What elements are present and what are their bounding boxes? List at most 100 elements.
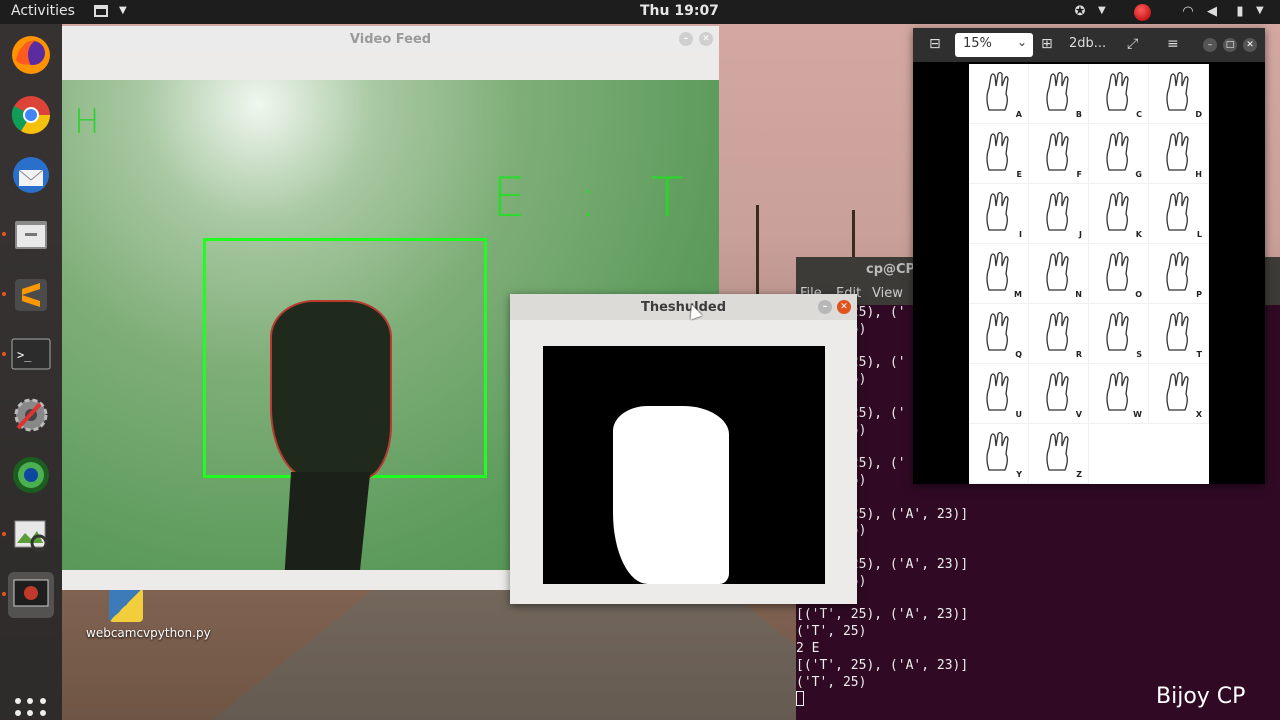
zoom-value: 15% <box>963 36 992 51</box>
image-viewer-icon <box>14 520 48 552</box>
image-viewer-launcher[interactable] <box>2 512 54 558</box>
watermark: Bijoy CP <box>1156 684 1246 709</box>
video-feed-titlebar[interactable]: Video Feed – ✕ <box>62 26 719 52</box>
asl-letter-label: N <box>1075 290 1082 299</box>
terminal-launcher[interactable]: >_ <box>2 332 54 378</box>
arm-silhouette <box>284 472 371 570</box>
running-indicator <box>2 532 6 536</box>
asl-sign-cell: Q <box>969 304 1029 364</box>
app-menu-icon[interactable] <box>94 5 108 17</box>
volume-icon[interactable]: ◀ <box>1204 4 1220 20</box>
chevron-down-icon[interactable]: ▼ <box>1098 5 1106 16</box>
zoom-out-icon[interactable]: ⊟ <box>929 36 941 52</box>
hamburger-menu-icon[interactable]: ≡ <box>1167 36 1179 52</box>
close-icon[interactable]: ✕ <box>699 32 713 46</box>
close-icon[interactable]: ✕ <box>1243 38 1257 52</box>
hand-sign-icon <box>1046 191 1069 231</box>
hand-mask <box>613 406 729 584</box>
hand-sign-icon <box>1166 371 1189 411</box>
show-applications-icon[interactable] <box>15 698 47 720</box>
image-filename: 2db... <box>1069 36 1107 51</box>
top-bar: Activities ▼ Thu 19:07 ✪ ▼ ◠ ◀ ▮ ▼ <box>0 0 1280 24</box>
sublime-launcher[interactable] <box>2 272 54 318</box>
hand-sign-icon <box>1106 371 1129 411</box>
asl-sign-cell: E <box>969 124 1029 184</box>
zoom-select[interactable]: 15% ⌄ <box>955 33 1033 57</box>
desktop-file[interactable]: webcamcvpython.py <box>86 588 211 640</box>
asl-sign-cell: T <box>1149 304 1209 364</box>
asl-letter-label: H <box>1195 170 1202 179</box>
minimize-icon[interactable]: – <box>679 32 693 46</box>
asl-sign-cell: D <box>1149 64 1209 124</box>
terminal-line: 2 E <box>796 640 820 656</box>
hand-sign-icon <box>1166 191 1189 231</box>
terminal-line: ('T', 25) <box>796 574 1280 591</box>
activities-button[interactable]: Activities <box>11 3 75 19</box>
thresholded-image <box>543 346 825 584</box>
screen-recorder-icon <box>13 579 49 607</box>
files-launcher[interactable] <box>2 212 54 258</box>
minimize-icon[interactable]: – <box>818 300 832 314</box>
asl-letter-label: Q <box>1015 350 1022 359</box>
asl-sign-cell: M <box>969 244 1029 304</box>
hand-sign-icon <box>1106 311 1129 351</box>
running-indicator <box>2 352 6 356</box>
asl-sign-cell: I <box>969 184 1029 244</box>
asl-letter-label: I <box>1019 230 1022 239</box>
terminal-line: [('T', 25), ('A', 23)] <box>796 556 969 572</box>
fullscreen-icon[interactable]: ⤢ <box>1127 36 1138 52</box>
firefox-icon <box>12 36 50 74</box>
asl-letter-label: Z <box>1076 470 1082 479</box>
dock: >_ <box>0 24 62 720</box>
asl-sign-cell: V <box>1029 364 1089 424</box>
thresholded-titlebar[interactable]: Theshulded – ✕ <box>510 294 857 320</box>
asl-sign-cell: Z <box>1029 424 1089 484</box>
window-title: Video Feed <box>349 31 432 47</box>
screen-recorder-launcher[interactable] <box>2 572 54 618</box>
current-letter: H <box>74 102 100 142</box>
asl-letter-label: X <box>1195 410 1202 419</box>
wifi-icon[interactable]: ◠ <box>1180 4 1196 20</box>
chevron-down-icon[interactable]: ▼ <box>119 5 127 16</box>
record-indicator-icon[interactable] <box>1134 4 1151 21</box>
menu-view[interactable]: View <box>872 286 903 301</box>
asl-letter-label: Y <box>1016 470 1022 479</box>
asl-sign-cell: P <box>1149 244 1209 304</box>
thunderbird-launcher[interactable] <box>8 152 54 198</box>
image-viewer-toolbar: ⊟ 15% ⌄ ⊞ 2db... ⤢ ≡ – □ ✕ <box>913 28 1265 62</box>
asl-sign-cell: S <box>1089 304 1149 364</box>
chevron-down-icon[interactable]: ▼ <box>1256 5 1264 16</box>
settings-icon <box>14 398 48 432</box>
asl-letter-label: O <box>1135 290 1142 299</box>
firefox-launcher[interactable] <box>8 32 54 78</box>
zoom-in-icon[interactable]: ⊞ <box>1041 36 1053 52</box>
asl-sign-cell: Y <box>969 424 1029 484</box>
chevron-down-icon: ⌄ <box>1016 35 1027 49</box>
asl-letter-label: V <box>1075 410 1082 419</box>
maximize-icon[interactable]: □ <box>1223 38 1237 52</box>
sublime-icon <box>15 279 47 311</box>
asl-letter-label: S <box>1136 350 1142 359</box>
hand-sign-icon <box>1046 251 1069 291</box>
hand-sign-icon <box>1046 371 1069 411</box>
terminal-icon: >_ <box>11 338 51 370</box>
asl-sign-cell: X <box>1149 364 1209 424</box>
chrome-launcher[interactable] <box>8 92 54 138</box>
desktop-file-label: webcamcvpython.py <box>86 626 211 640</box>
settings-launcher[interactable] <box>8 392 54 438</box>
asl-letter-label: W <box>1133 410 1142 419</box>
globe-launcher[interactable] <box>8 452 54 498</box>
running-indicator <box>2 292 6 296</box>
clock[interactable]: Thu 19:07 <box>640 3 719 19</box>
battery-icon[interactable]: ▮ <box>1232 4 1248 20</box>
hand-sign-icon <box>1166 131 1189 171</box>
accessibility-icon[interactable]: ✪ <box>1072 4 1088 20</box>
hand-silhouette <box>272 302 390 478</box>
close-icon[interactable]: ✕ <box>837 300 851 314</box>
running-indicator <box>2 592 6 596</box>
minimize-icon[interactable]: – <box>1203 38 1217 52</box>
asl-sign-cell: L <box>1149 184 1209 244</box>
hand-sign-icon <box>1046 71 1069 111</box>
chrome-icon <box>11 96 50 134</box>
